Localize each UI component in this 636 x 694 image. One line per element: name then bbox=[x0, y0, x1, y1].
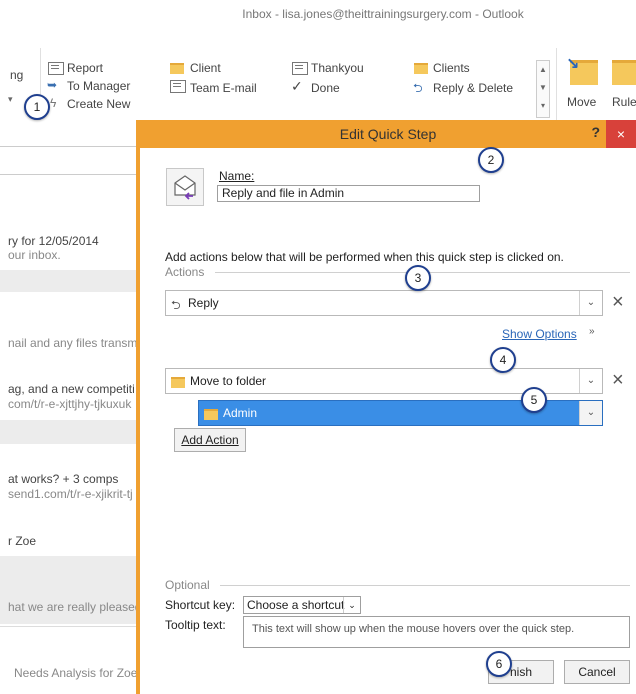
dialog-title: Edit Quick Step bbox=[339, 126, 437, 142]
list-divider bbox=[0, 146, 136, 147]
chevron-down-icon[interactable]: ⌄ bbox=[579, 291, 602, 315]
list-item[interactable]: ag, and a new competiti bbox=[8, 382, 136, 396]
callout-badge: 4 bbox=[490, 347, 516, 373]
list-item[interactable]: at works? + 3 comps bbox=[8, 472, 136, 486]
rules-label: Rule bbox=[612, 95, 636, 109]
envelope-icon bbox=[292, 62, 308, 75]
action-reply-combo[interactable]: ⮌ Reply ⌄ bbox=[165, 290, 603, 316]
chevron-down-icon: ⌄ bbox=[343, 597, 360, 613]
shortcut-value: Choose a shortcut bbox=[247, 598, 345, 612]
shortcut-key-label: Shortcut key: bbox=[165, 598, 236, 612]
folder-icon bbox=[414, 63, 428, 74]
ribbon-divider bbox=[556, 48, 557, 120]
quick-step-label: Done bbox=[311, 81, 340, 95]
list-item-preview: send1.com/t/r-e-xjikrit-tj bbox=[8, 487, 133, 501]
quick-step-label: To Manager bbox=[67, 79, 131, 93]
move-label: Move bbox=[567, 95, 597, 109]
remove-action-button[interactable]: × bbox=[612, 370, 624, 390]
tooltip-text-input[interactable]: This text will show up when the mouse ho… bbox=[243, 616, 630, 648]
tooltip-text-label: Tooltip text: bbox=[165, 618, 226, 632]
folder-icon bbox=[170, 63, 184, 74]
list-divider bbox=[0, 626, 136, 627]
optional-divider bbox=[220, 585, 630, 586]
dialog-title-bar: Edit Quick Step ? × bbox=[140, 120, 636, 148]
close-button[interactable]: × bbox=[606, 120, 636, 148]
quick-steps-scrollbar[interactable]: ▲ ▼ ▾ bbox=[536, 60, 550, 118]
add-action-button[interactable]: Add Action bbox=[174, 428, 246, 452]
envelope-icon bbox=[170, 80, 186, 93]
list-band bbox=[0, 270, 136, 292]
double-chevron-icon[interactable]: » bbox=[589, 326, 595, 337]
list-item[interactable]: ry for 12/05/2014 bbox=[8, 234, 136, 248]
folder-icon bbox=[204, 409, 218, 420]
action-label: Reply bbox=[188, 296, 219, 310]
forward-arrow-icon: ➥ bbox=[47, 78, 58, 92]
lightning-icon: ϟ bbox=[50, 96, 57, 110]
folder-icon bbox=[171, 377, 185, 388]
instructions-text: Add actions below that will be performed… bbox=[165, 250, 564, 264]
message-list: ry for 12/05/2014 our inbox. nail and an… bbox=[0, 120, 137, 694]
quick-step-label: Client bbox=[190, 61, 221, 75]
list-item[interactable]: nail and any files transm bbox=[8, 336, 136, 350]
checkmark-icon: ✓ bbox=[291, 78, 303, 94]
quick-step-label: Reply & Delete bbox=[433, 81, 514, 95]
arrow-icon: ↘ bbox=[566, 56, 580, 73]
callout-badge: 2 bbox=[478, 147, 504, 173]
cancel-button[interactable]: Cancel bbox=[564, 660, 630, 684]
expand-gallery-icon[interactable]: ▾ bbox=[537, 97, 549, 115]
quick-step-label: Report bbox=[67, 61, 104, 75]
rules-icon bbox=[612, 60, 636, 85]
scroll-down-icon[interactable]: ▼ bbox=[537, 79, 549, 97]
actions-header: Actions bbox=[165, 265, 205, 279]
list-item[interactable]: hat we are really pleased bbox=[8, 600, 136, 614]
dropdown-caret-icon[interactable]: ▾ bbox=[8, 94, 13, 105]
name-label: Name: bbox=[219, 169, 255, 183]
list-item-preview: our inbox. bbox=[8, 248, 61, 262]
window-title-bar: Inbox - lisa.jones@theittrainingsurgery.… bbox=[0, 0, 636, 30]
list-item-preview: com/t/r-e-xjttjhy-tjkuxuk bbox=[8, 397, 132, 411]
chevron-down-icon[interactable]: ⌄ bbox=[579, 401, 602, 425]
quick-step-label: Clients bbox=[433, 61, 470, 75]
show-options-link[interactable]: Show Options bbox=[502, 327, 577, 341]
quick-step-label: Thankyou bbox=[311, 61, 364, 75]
action-label: Move to folder bbox=[190, 374, 267, 388]
window-title: Inbox - lisa.jones@theittrainingsurgery.… bbox=[242, 7, 524, 21]
edit-quick-step-dialog: Edit Quick Step ? × Name: Reply and file… bbox=[136, 120, 636, 694]
reply-icon: ⮌ bbox=[171, 298, 181, 312]
shortcut-key-select[interactable]: Choose a shortcut ⌄ bbox=[243, 596, 361, 614]
quick-step-icon-button[interactable] bbox=[166, 168, 204, 206]
list-band bbox=[0, 420, 136, 444]
quick-step-label: Team E-mail bbox=[190, 81, 257, 95]
list-item[interactable]: Needs Analysis for Zoe bbox=[14, 666, 142, 680]
optional-header: Optional bbox=[165, 578, 210, 592]
callout-badge: 5 bbox=[521, 387, 547, 413]
help-button[interactable]: ? bbox=[591, 124, 600, 140]
list-item[interactable]: r Zoe bbox=[8, 534, 136, 548]
folder-label: Admin bbox=[223, 406, 258, 420]
envelope-reply-icon bbox=[174, 175, 196, 200]
name-input[interactable]: Reply and file in Admin bbox=[217, 185, 480, 202]
callout-badge: 1 bbox=[24, 94, 50, 120]
list-divider bbox=[0, 174, 136, 175]
quick-step-label: Create New bbox=[67, 97, 131, 111]
callout-badge: 3 bbox=[405, 265, 431, 291]
callout-badge: 6 bbox=[486, 651, 512, 677]
reply-icon: ⮌ bbox=[413, 81, 423, 95]
ribbon-partial-label: ng bbox=[10, 68, 24, 82]
remove-action-button[interactable]: × bbox=[612, 292, 624, 312]
chevron-down-icon[interactable]: ⌄ bbox=[579, 369, 602, 393]
envelope-icon bbox=[48, 62, 64, 75]
scroll-up-icon[interactable]: ▲ bbox=[537, 61, 549, 79]
